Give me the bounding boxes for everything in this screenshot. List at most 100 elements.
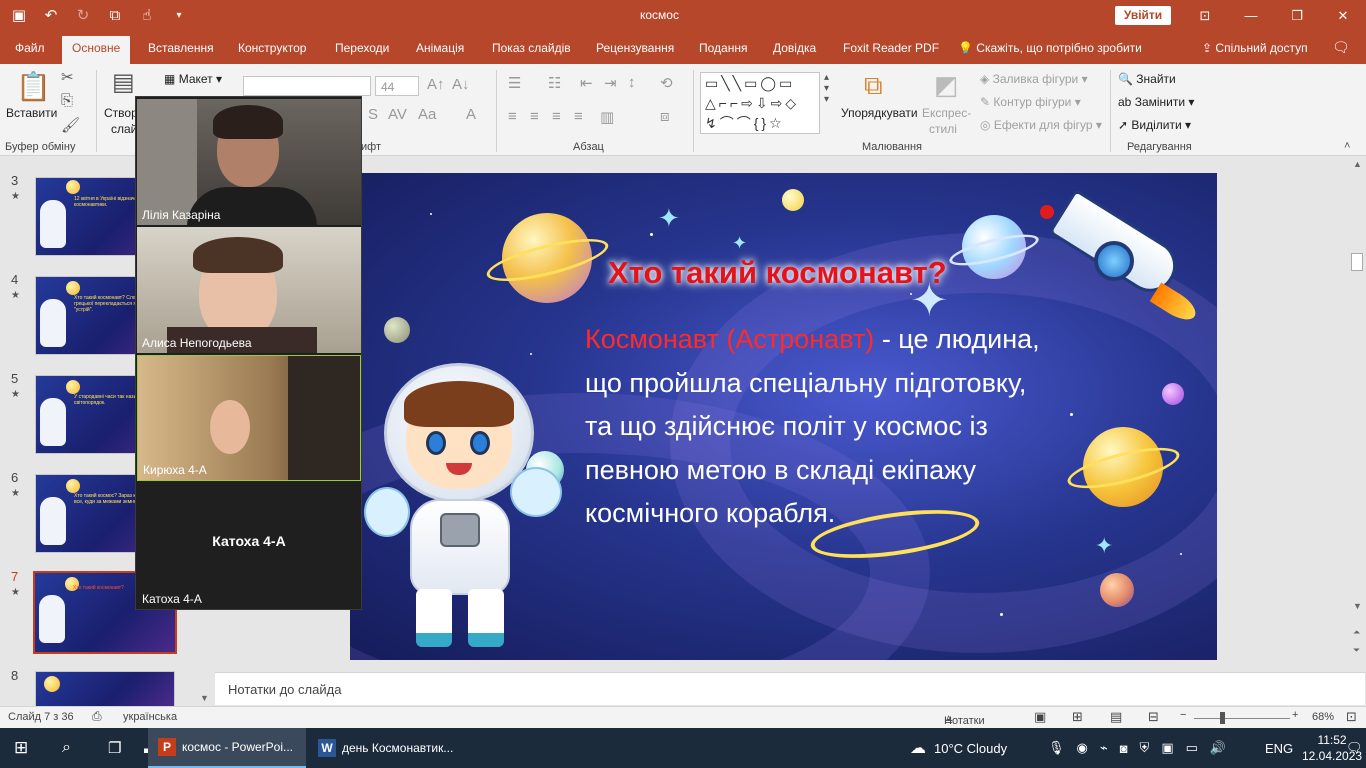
touch-mode-icon[interactable]: ☝ [136,6,158,24]
select-button[interactable]: ➚ Виділити ▾ [1118,118,1191,132]
gallery-scroll-icon[interactable]: ▴ ▾ ▾ [824,72,829,105]
tab-view[interactable]: Подання [699,41,747,55]
slide-title[interactable]: Хто такий космонавт? [608,255,947,291]
tab-design[interactable]: Конструктор [238,41,306,55]
quick-styles-icon[interactable]: ◩ [934,70,959,101]
close-icon[interactable]: ✕ [1320,0,1366,32]
comments-icon[interactable]: 🗨 [1332,39,1350,56]
video-tile[interactable]: Алиса Непогодьева [137,227,361,353]
font-name-input[interactable] [243,76,371,96]
zoom-slider-thumb[interactable] [1220,712,1225,724]
search-icon[interactable]: ⌕ [62,728,71,768]
increase-font-icon[interactable]: A↑ [427,76,445,93]
line-spacing-icon[interactable]: ↕ [628,74,636,91]
scroll-down-icon[interactable]: ▼ [1353,601,1362,611]
start-slideshow-icon[interactable]: ⧉ [104,7,126,24]
slideshow-icon[interactable]: ⊟ [1148,709,1159,725]
columns-icon[interactable]: ▥ [600,108,614,126]
layout-button[interactable]: ▦ Макет ▾ [164,72,222,86]
restore-icon[interactable]: ❐ [1274,0,1320,32]
char-spacing-icon[interactable]: AV [388,106,407,123]
arrange-button[interactable]: Упорядкувати [841,106,918,120]
tab-insert[interactable]: Вставлення [148,41,214,55]
font-size-input[interactable]: 44 [375,76,419,96]
fit-to-window-icon[interactable]: ⊡ [1346,709,1357,725]
tab-home[interactable]: Основне [62,36,131,64]
zoom-out-icon[interactable]: − [1180,709,1186,721]
video-tile-active-speaker[interactable]: Кирюха 4-А [137,355,361,481]
cut-icon[interactable]: ✂ [61,68,74,86]
sign-in-button[interactable]: Увійти [1115,6,1171,25]
quick-styles-button[interactable]: Експрес- [922,106,971,120]
shape-fill-button[interactable]: ◈ Заливка фігури ▾ [980,72,1088,86]
task-view-icon[interactable]: ❐ [108,728,121,768]
notifications-icon[interactable]: 🗨 [1346,728,1363,768]
video-tile-camera-off[interactable]: Катоха 4-А Катоха 4-А [137,483,361,609]
zoom-in-icon[interactable]: + [1292,709,1298,721]
arrange-icon[interactable]: ⧉ [864,70,883,102]
video-tile[interactable]: Лілія Казаріна [137,99,361,225]
share-button[interactable]: ⇪ Спільний доступ [1202,41,1308,55]
shapes-gallery[interactable]: ▭╲╲▭◯▭ △⌐⌐⇨⇩⇨◇ ↯⌒⌒{}☆ [700,72,820,134]
strikethrough-icon[interactable]: S [368,106,378,123]
text-direction-icon[interactable]: ⟲ [660,74,673,92]
tab-help[interactable]: Довідка [773,41,816,55]
justify-icon[interactable]: ≡ [574,108,583,125]
accessibility-icon[interactable]: ⎙ [92,709,102,724]
slide-scrollbar[interactable]: ▲ ▼ ⏶ ⏷ [1349,157,1366,672]
align-left-icon[interactable]: ≡ [508,108,517,125]
paste-button[interactable]: Вставити [6,106,57,120]
replace-button[interactable]: ab Замінити ▾ [1118,95,1194,109]
zoom-tray-icon[interactable]: ◉ [1077,740,1088,756]
copy-icon[interactable]: ⎘ [61,92,73,109]
network-icon[interactable]: ▭ [1186,740,1198,756]
previous-slide-icon[interactable]: ⏶ [1353,627,1360,638]
scroll-up-icon[interactable]: ▲ [1353,159,1362,169]
tab-review[interactable]: Рецензування [596,41,674,55]
taskbar-app-word[interactable]: W день Космонавтик... [310,728,468,768]
tell-me-search[interactable]: 💡 Скажіть, що потрібно зробити [958,41,1142,55]
save-icon[interactable]: ▣ [8,6,30,24]
slide-body-text[interactable]: Космонавт (Астронавт) - це людина, що пр… [585,318,1055,536]
weather-widget[interactable]: ☁ 10°C Cloudy [910,728,1007,768]
tab-foxit[interactable]: Foxit Reader PDF [843,41,939,55]
format-painter-icon[interactable]: 🖌 [61,116,80,134]
next-slide-icon[interactable]: ⏷ [1353,645,1360,656]
decrease-font-icon[interactable]: A↓ [452,76,470,93]
bullets-icon[interactable]: ☰ [508,74,521,92]
volume-icon[interactable]: 🔊 [1210,740,1226,756]
numbering-icon[interactable]: ☷ [548,74,561,92]
align-center-icon[interactable]: ≡ [530,108,539,125]
usb-icon[interactable]: ⌁ [1100,740,1108,756]
reading-view-icon[interactable]: ▤ [1110,709,1122,725]
minimize-icon[interactable]: — [1228,0,1274,32]
paste-icon[interactable]: 📋 [16,70,51,103]
slide-thumbnail[interactable] [35,671,175,707]
tab-file[interactable]: Файл [15,41,45,55]
align-right-icon[interactable]: ≡ [552,108,561,125]
chat-tray-icon[interactable]: ▣ [1161,740,1173,756]
tab-transitions[interactable]: Переходи [335,41,389,55]
decrease-indent-icon[interactable]: ⇤ [580,74,593,92]
security-icon[interactable]: ⛨ [1140,740,1150,756]
shape-effects-button[interactable]: ◎ Ефекти для фігур ▾ [980,118,1102,132]
smartart-icon[interactable]: ⧈ [660,108,670,125]
shape-outline-button[interactable]: ✎ Контур фігури ▾ [980,95,1081,109]
undo-icon[interactable]: ↶ [40,6,62,24]
change-case-icon[interactable]: Aa [418,106,436,123]
tab-animations[interactable]: Анімація [416,41,464,55]
app-tray-icon[interactable]: ◙ [1120,741,1128,756]
language-indicator[interactable]: українська [123,711,177,723]
customize-qat-icon[interactable]: ▾ [168,10,190,21]
slide-counter[interactable]: Слайд 7 з 36 [8,711,74,723]
slide-sorter-icon[interactable]: ⊞ [1072,709,1083,725]
increase-indent-icon[interactable]: ⇥ [604,74,617,92]
microphone-icon[interactable]: 🎙 [1048,740,1065,756]
windows-start-icon[interactable]: ⊞ [14,728,28,768]
language-indicator[interactable]: ENG [1265,728,1293,768]
redo-icon[interactable]: ↻ [72,6,94,24]
taskbar-app-powerpoint[interactable]: P космос - PowerPoi... [148,728,306,768]
ribbon-display-icon[interactable]: ⊡ [1182,0,1228,32]
slide-canvas[interactable]: ✦ ✦ ✦ ✦ Хто такий космонавт? Космонавт (… [350,173,1217,660]
zoom-slider[interactable] [1194,718,1290,719]
